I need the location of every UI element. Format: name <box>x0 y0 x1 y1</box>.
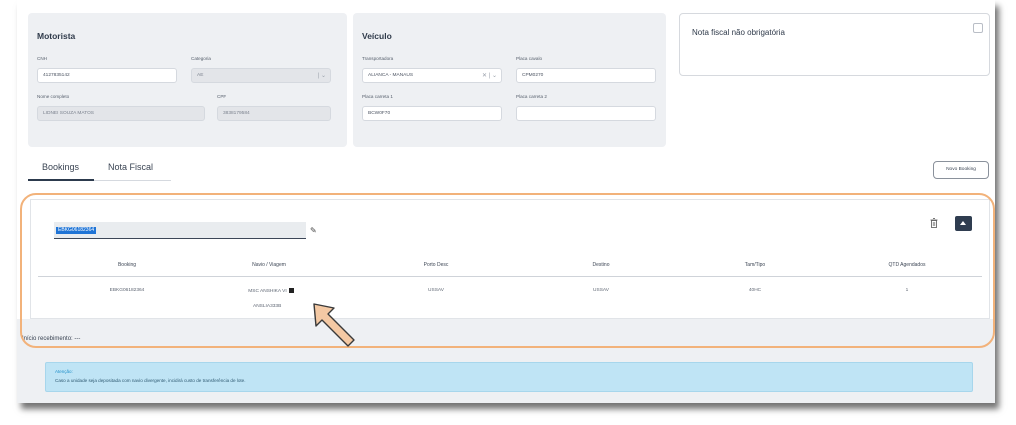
cnh-label: CNH <box>37 56 47 61</box>
motorista-title: Motorista <box>37 31 76 41</box>
placa-carreta2-label: Placa carreta 2 <box>516 94 547 99</box>
categoria-select[interactable]: AE | ⌄ <box>191 68 331 83</box>
categoria-label: Categoria <box>191 56 211 61</box>
nome-input[interactable]: LIDNEI SOUZA MATOS <box>37 106 205 121</box>
novo-booking-button[interactable]: Novo Booking <box>933 161 989 179</box>
alert-title: Atenção: <box>55 369 73 374</box>
alert-text: Caso a unidade seja depositada com navio… <box>55 378 246 383</box>
veiculo-title: Veículo <box>362 31 392 41</box>
tabs-bar: Bookings Nota Fiscal <box>28 157 171 181</box>
highlight-outline <box>20 193 995 348</box>
placa-carreta2-input[interactable] <box>516 106 656 121</box>
cpf-input[interactable]: 3838179584 <box>217 106 331 121</box>
nota-fiscal-label: Nota fiscal não obrigatória <box>692 28 785 37</box>
tab-bookings[interactable]: Bookings <box>42 162 79 172</box>
placa-carreta1-input[interactable]: BCW0F70 <box>362 106 502 121</box>
categoria-value: AE <box>197 73 204 78</box>
alert-box: Atenção: Caso a unidade seja depositada … <box>45 362 973 392</box>
pointer-arrow-icon <box>313 303 355 347</box>
veiculo-card: Veículo Transportadora ALIANCA - MANAUS … <box>353 13 666 147</box>
transportadora-label: Transportadora <box>362 56 394 61</box>
app-window: Motorista CNH 4127835142 Categoria AE | … <box>17 0 995 403</box>
nota-fiscal-card: Nota fiscal não obrigatória <box>679 13 990 76</box>
transportadora-value: ALIANCA - MANAUS <box>368 73 414 78</box>
transportadora-select[interactable]: ALIANCA - MANAUS ✕ | ⌄ <box>362 68 502 83</box>
tab-nota-fiscal[interactable]: Nota Fiscal <box>108 162 153 172</box>
clear-chevron-icon[interactable]: ✕ | ⌄ <box>482 72 497 79</box>
chevron-down-icon: | ⌄ <box>317 73 326 79</box>
nome-label: Nome completo <box>37 94 70 99</box>
tab-active-indicator <box>28 179 94 181</box>
placa-cavalo-input[interactable]: CPM0270 <box>516 68 656 83</box>
placa-cavalo-label: Placa cavalo <box>516 56 543 61</box>
motorista-card: Motorista CNH 4127835142 Categoria AE | … <box>28 13 347 147</box>
cnh-input[interactable]: 4127835142 <box>37 68 177 83</box>
cpf-label: CPF <box>217 94 227 99</box>
placa-carreta1-label: Placa carreta 1 <box>362 94 393 99</box>
nota-fiscal-checkbox[interactable] <box>973 23 983 33</box>
